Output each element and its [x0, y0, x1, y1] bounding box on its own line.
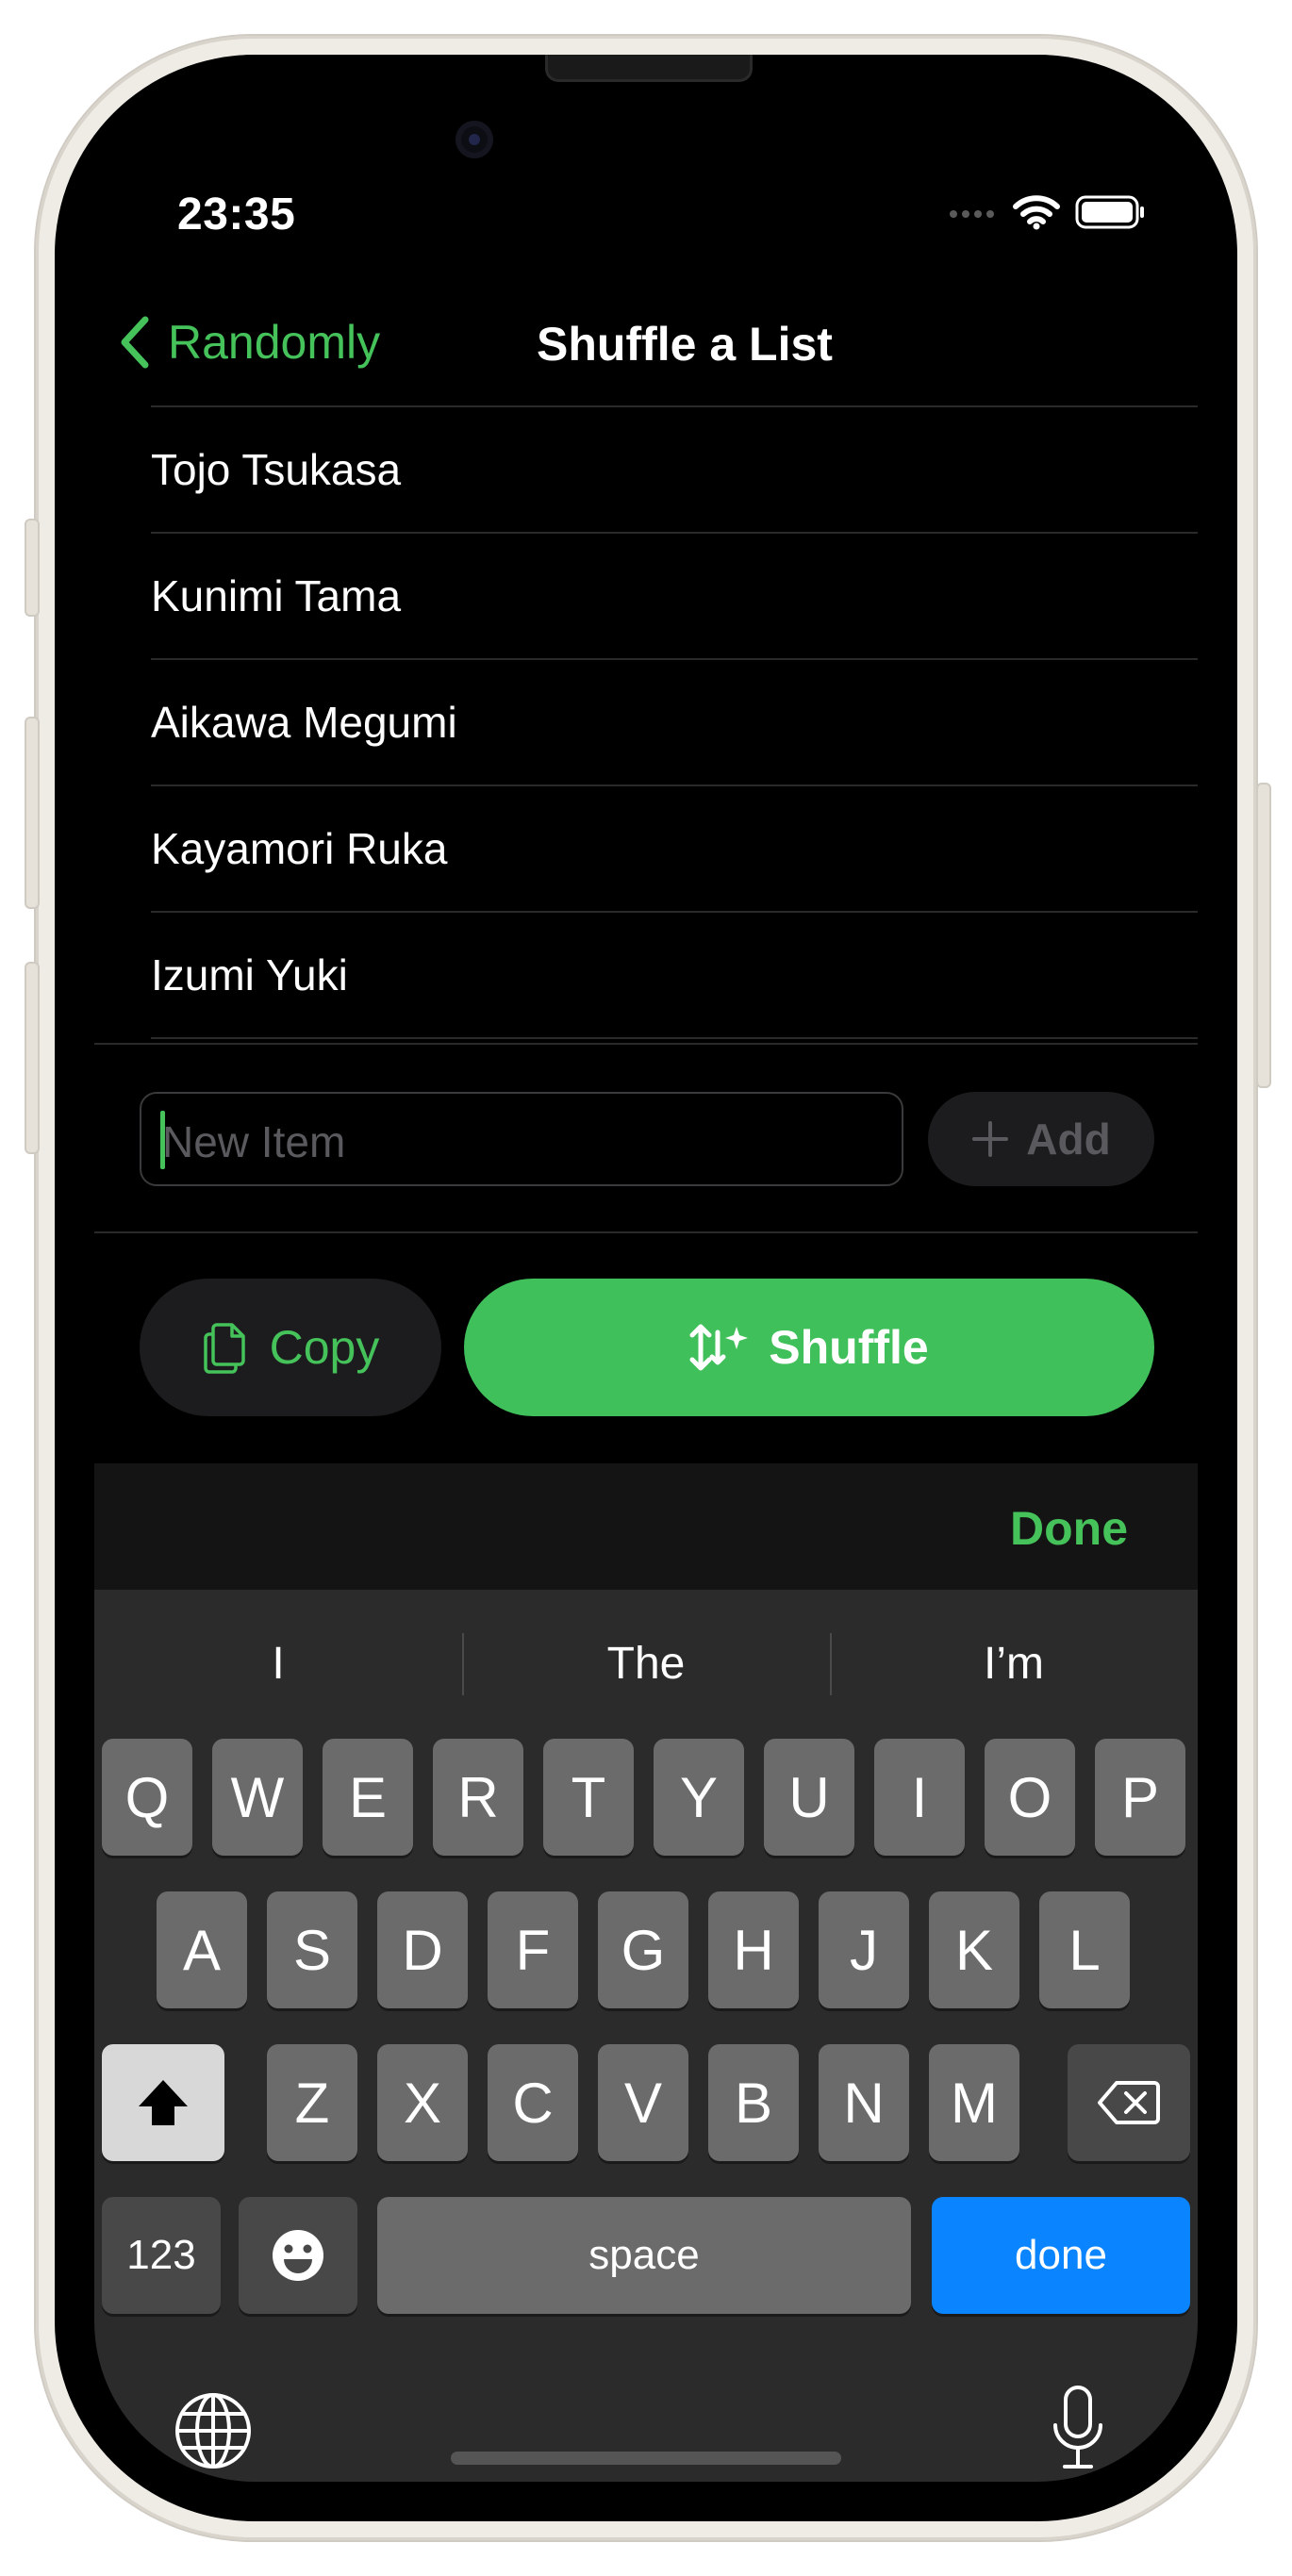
list-item[interactable]: Kayamori Ruka	[151, 784, 1198, 911]
new-item-placeholder: New Item	[162, 1117, 346, 1166]
keyboard-toolbar: Done	[94, 1463, 1198, 1590]
key-e[interactable]: E	[323, 1739, 413, 1856]
key-i[interactable]: I	[874, 1739, 965, 1856]
copy-icon	[203, 1323, 245, 1374]
home-indicator[interactable]	[451, 2452, 841, 2465]
suggestion-item[interactable]: I	[94, 1622, 462, 1707]
navigation-bar: Randomly Shuffle a List	[94, 309, 1198, 385]
suggestion-bar: I The I’m	[94, 1622, 1198, 1707]
key-h[interactable]: H	[708, 1891, 799, 2008]
screen: 23:35 Randomly Shuffle a List Tojo Tsuka…	[94, 55, 1198, 2482]
key-j[interactable]: J	[819, 1891, 909, 2008]
numbers-key[interactable]: 123	[102, 2197, 221, 2314]
shuffle-button[interactable]: Shuffle	[464, 1279, 1154, 1416]
key-a[interactable]: A	[157, 1891, 247, 2008]
key-x[interactable]: X	[377, 2044, 468, 2161]
list-item[interactable]: Tojo Tsukasa	[151, 405, 1198, 532]
key-m[interactable]: M	[929, 2044, 1019, 2161]
key-t[interactable]: T	[543, 1739, 634, 1856]
volume-down-button	[25, 962, 40, 1154]
page-title: Shuffle a List	[537, 318, 833, 371]
key-w[interactable]: W	[212, 1739, 303, 1856]
key-r[interactable]: R	[433, 1739, 523, 1856]
backspace-icon	[1098, 2081, 1160, 2124]
emoji-icon	[273, 2230, 323, 2281]
space-key[interactable]: space	[377, 2197, 911, 2314]
item-list: Tojo Tsukasa Kunimi Tama Aikawa Megumi K…	[151, 405, 1198, 1039]
list-item[interactable]: Kunimi Tama	[151, 532, 1198, 658]
key-o[interactable]: O	[985, 1739, 1075, 1856]
copy-label: Copy	[269, 1321, 380, 1374]
add-button[interactable]: Add	[928, 1092, 1154, 1186]
suggestion-item[interactable]: I’m	[830, 1622, 1198, 1707]
key-u[interactable]: U	[764, 1739, 854, 1856]
wifi-icon	[1013, 195, 1060, 230]
divider	[94, 1043, 1198, 1045]
key-g[interactable]: G	[598, 1891, 688, 2008]
key-s[interactable]: S	[267, 1891, 357, 2008]
divider	[94, 1231, 1198, 1233]
key-d[interactable]: D	[377, 1891, 468, 2008]
suggestion-item[interactable]: The	[462, 1622, 830, 1707]
cellular-icon	[950, 210, 994, 218]
speaker-grille	[545, 55, 753, 82]
delete-key[interactable]	[1068, 2044, 1190, 2161]
key-n[interactable]: N	[819, 2044, 909, 2161]
keyboard: I The I’m Q W E R T Y U I O P A S D F G …	[94, 1590, 1198, 2482]
key-f[interactable]: F	[488, 1891, 578, 2008]
shift-key[interactable]	[102, 2044, 224, 2161]
key-c[interactable]: C	[488, 2044, 578, 2161]
emoji-key[interactable]	[239, 2197, 357, 2314]
action-button	[25, 519, 40, 617]
key-z[interactable]: Z	[267, 2044, 357, 2161]
key-v[interactable]: V	[598, 2044, 688, 2161]
key-y[interactable]: Y	[654, 1739, 744, 1856]
add-label: Add	[1026, 1115, 1111, 1164]
list-item[interactable]: Aikawa Megumi	[151, 658, 1198, 784]
front-camera	[456, 121, 493, 158]
key-l[interactable]: L	[1039, 1891, 1130, 2008]
copy-button[interactable]: Copy	[140, 1279, 441, 1416]
battery-icon	[1075, 195, 1144, 229]
shuffle-sparkle-icon	[689, 1324, 749, 1371]
microphone-icon[interactable]	[1050, 2384, 1106, 2472]
plus-icon	[972, 1121, 1009, 1157]
status-time: 23:35	[177, 190, 296, 239]
list-item[interactable]: Izumi Yuki	[151, 911, 1198, 1039]
new-item-field[interactable]: New Item	[140, 1092, 903, 1186]
toolbar-done-button[interactable]: Done	[1010, 1501, 1128, 1556]
volume-up-button	[25, 717, 40, 909]
shuffle-label: Shuffle	[769, 1321, 929, 1374]
shift-icon	[139, 2080, 188, 2125]
return-key[interactable]: done	[932, 2197, 1190, 2314]
key-b[interactable]: B	[708, 2044, 799, 2161]
power-button	[1256, 783, 1271, 1088]
globe-icon[interactable]	[174, 2391, 253, 2470]
key-q[interactable]: Q	[102, 1739, 192, 1856]
key-p[interactable]: P	[1095, 1739, 1185, 1856]
key-k[interactable]: K	[929, 1891, 1019, 2008]
status-icons	[949, 194, 1145, 230]
